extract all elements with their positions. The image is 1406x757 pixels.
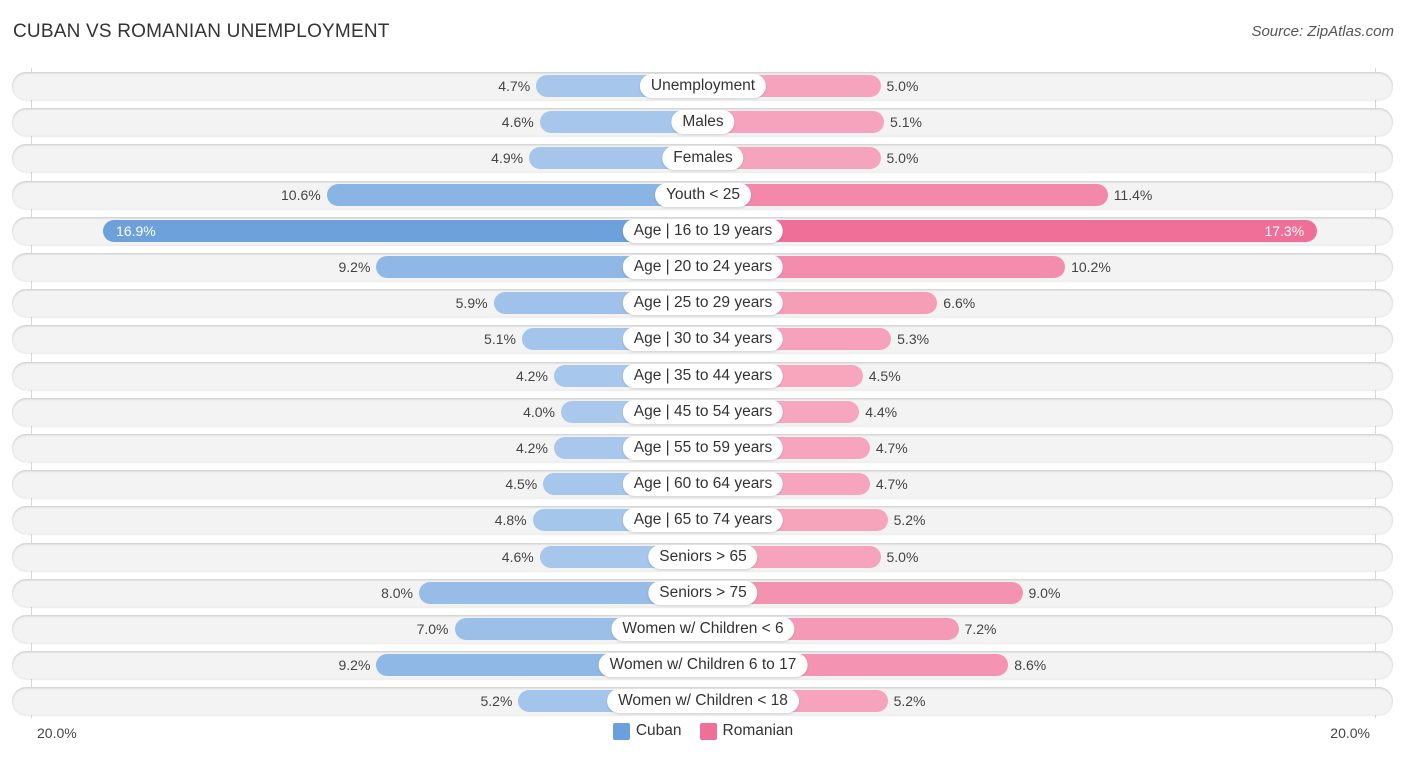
category-label: Age | 60 to 64 years bbox=[622, 472, 784, 497]
category-label: Women w/ Children < 6 bbox=[611, 617, 795, 641]
value-label-romanian: 5.3% bbox=[897, 331, 930, 348]
value-label-romanian: 5.2% bbox=[893, 512, 926, 529]
value-label-romanian: 5.0% bbox=[886, 548, 919, 565]
bar-romanian[interactable] bbox=[703, 219, 1318, 242]
value-label-cuban: 4.6% bbox=[501, 114, 534, 131]
value-label-romanian: 5.0% bbox=[886, 150, 919, 167]
value-label-cuban: 4.6% bbox=[501, 548, 534, 565]
value-label-cuban: 10.6% bbox=[281, 186, 321, 203]
legend: Cuban Romanian bbox=[0, 722, 1406, 740]
value-label-cuban: 9.2% bbox=[338, 657, 371, 674]
value-label-cuban: 4.9% bbox=[491, 150, 524, 167]
value-label-cuban: 5.2% bbox=[480, 693, 513, 710]
legend-swatch-romanian bbox=[699, 722, 717, 740]
value-label-cuban: 5.9% bbox=[455, 295, 488, 312]
bar-romanian[interactable] bbox=[703, 183, 1108, 206]
category-label: Age | 20 to 24 years bbox=[622, 255, 784, 279]
category-label: Age | 55 to 59 years bbox=[622, 436, 784, 460]
value-label-romanian: 11.4% bbox=[1113, 186, 1153, 203]
value-label-cuban: 4.7% bbox=[498, 78, 531, 94]
value-label-cuban: 9.2% bbox=[338, 259, 371, 275]
bar-cuban[interactable] bbox=[326, 183, 703, 206]
legend-swatch-cuban bbox=[612, 722, 630, 740]
value-label-romanian: 4.7% bbox=[875, 476, 908, 493]
category-label: Women w/ Children < 18 bbox=[607, 689, 799, 714]
value-label-cuban: 4.2% bbox=[515, 367, 548, 384]
value-label-cuban: 4.5% bbox=[505, 476, 538, 493]
legend-label-romanian: Romanian bbox=[722, 722, 794, 739]
value-label-cuban: 4.2% bbox=[515, 440, 548, 456]
value-label-romanian: 10.2% bbox=[1071, 259, 1111, 275]
value-label-romanian: 9.0% bbox=[1028, 584, 1061, 601]
value-label-romanian: 5.1% bbox=[890, 114, 922, 131]
chart-area: 4.7% 5.0% Unemployment 4.6% 5.1% Males 4.9% 5.0… bbox=[0, 0, 1406, 757]
category-label: Age | 65 to 74 years bbox=[622, 508, 784, 533]
category-label: Age | 45 to 54 years bbox=[622, 399, 784, 424]
category-label: Females bbox=[662, 146, 744, 171]
value-label-cuban: 4.8% bbox=[494, 512, 527, 529]
category-label: Age | 25 to 29 years bbox=[622, 291, 784, 316]
value-label-romanian: 4.7% bbox=[875, 440, 908, 456]
value-label-cuban: 4.0% bbox=[523, 403, 555, 420]
category-label: Seniors > 65 bbox=[648, 544, 758, 569]
category-label: Males bbox=[671, 110, 735, 135]
value-label-romanian: 5.0% bbox=[886, 78, 919, 94]
category-label: Youth < 25 bbox=[655, 182, 751, 207]
value-label-cuban: 8.0% bbox=[381, 584, 413, 601]
legend-label-cuban: Cuban bbox=[635, 722, 682, 739]
category-label: Age | 30 to 34 years bbox=[622, 327, 784, 352]
bar-cuban[interactable] bbox=[103, 219, 703, 242]
value-label-cuban: 5.1% bbox=[484, 331, 516, 348]
category-label: Age | 35 to 44 years bbox=[622, 363, 784, 388]
category-label: Unemployment bbox=[639, 74, 767, 98]
value-label-romanian: 5.2% bbox=[893, 693, 926, 710]
category-label: Age | 16 to 19 years bbox=[622, 218, 784, 243]
category-label: Women w/ Children 6 to 17 bbox=[598, 653, 808, 678]
value-label-romanian: 4.4% bbox=[865, 403, 898, 420]
legend-item-cuban[interactable]: Cuban bbox=[612, 722, 682, 740]
value-label-cuban: 7.0% bbox=[416, 621, 449, 637]
value-label-romanian: 17.3% bbox=[1264, 222, 1305, 239]
value-label-romanian: 7.2% bbox=[964, 621, 997, 637]
legend-item-romanian[interactable]: Romanian bbox=[699, 722, 794, 740]
category-label: Seniors > 75 bbox=[648, 580, 758, 605]
value-label-romanian: 6.6% bbox=[943, 295, 976, 312]
value-label-romanian: 4.5% bbox=[868, 367, 901, 384]
value-label-cuban: 16.9% bbox=[116, 222, 156, 239]
value-label-romanian: 8.6% bbox=[1014, 657, 1047, 674]
